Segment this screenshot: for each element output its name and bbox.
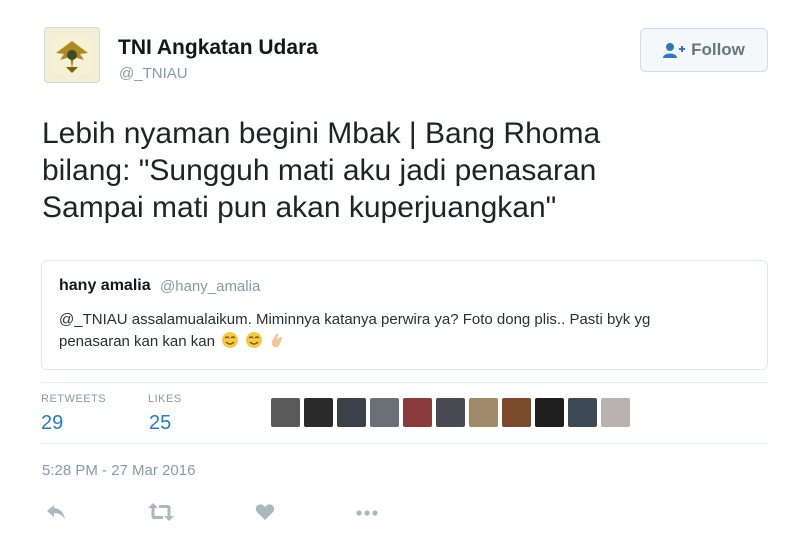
- tweet-stats: RETWEETS 29 LIKES 25: [41, 382, 768, 444]
- quoted-tweet-text: @_TNIAU assalamualaikum. Miminnya katany…: [59, 311, 651, 350]
- likes-label: LIKES: [148, 393, 182, 405]
- liker-avatar[interactable]: [502, 398, 531, 427]
- liker-avatar[interactable]: [568, 398, 597, 427]
- tweet-text: Lebih nyaman begini Mbak | Bang Rhoma bi…: [42, 117, 601, 224]
- liker-avatars: [271, 398, 630, 427]
- relieved-face-emoji: [222, 332, 239, 348]
- follow-button-label: Follow: [691, 40, 745, 59]
- tweet-timestamp[interactable]: 5:28 PM - 27 Mar 2016: [42, 462, 195, 479]
- clapping-hand-emoji: [272, 333, 283, 348]
- liker-avatar[interactable]: [304, 398, 333, 427]
- liker-avatar[interactable]: [271, 398, 300, 427]
- quoted-tweet-name: hany amalia: [59, 277, 151, 294]
- retweets-label: RETWEETS: [41, 393, 107, 405]
- retweet-icon[interactable]: [148, 503, 174, 521]
- liker-avatar[interactable]: [370, 398, 399, 427]
- liker-avatar[interactable]: [469, 398, 498, 427]
- quoted-tweet-handle: @hany_amalia: [160, 278, 261, 295]
- more-icon[interactable]: [355, 509, 379, 517]
- relieved-face-emoji: [246, 332, 263, 348]
- liker-avatar[interactable]: [403, 398, 432, 427]
- account-handle[interactable]: @_TNIAU: [119, 65, 188, 82]
- follow-button[interactable]: Follow: [640, 28, 768, 72]
- air-force-emblem-icon: [52, 35, 92, 75]
- like-icon[interactable]: [255, 503, 275, 521]
- reply-icon[interactable]: [46, 503, 66, 521]
- quoted-tweet[interactable]: hany amalia @hany_amalia @_TNIAU assalam…: [41, 260, 768, 370]
- quoted-tweet-body: @_TNIAU assalamualaikum. Miminnya katany…: [59, 309, 719, 353]
- liker-avatar[interactable]: [436, 398, 465, 427]
- account-display-name[interactable]: TNI Angkatan Udara: [118, 36, 318, 60]
- likes-count[interactable]: 25: [149, 412, 171, 435]
- account-avatar[interactable]: [44, 27, 100, 83]
- add-user-icon: [663, 43, 686, 58]
- liker-avatar[interactable]: [337, 398, 366, 427]
- liker-avatar[interactable]: [535, 398, 564, 427]
- retweets-count[interactable]: 29: [41, 412, 63, 435]
- liker-avatar[interactable]: [601, 398, 630, 427]
